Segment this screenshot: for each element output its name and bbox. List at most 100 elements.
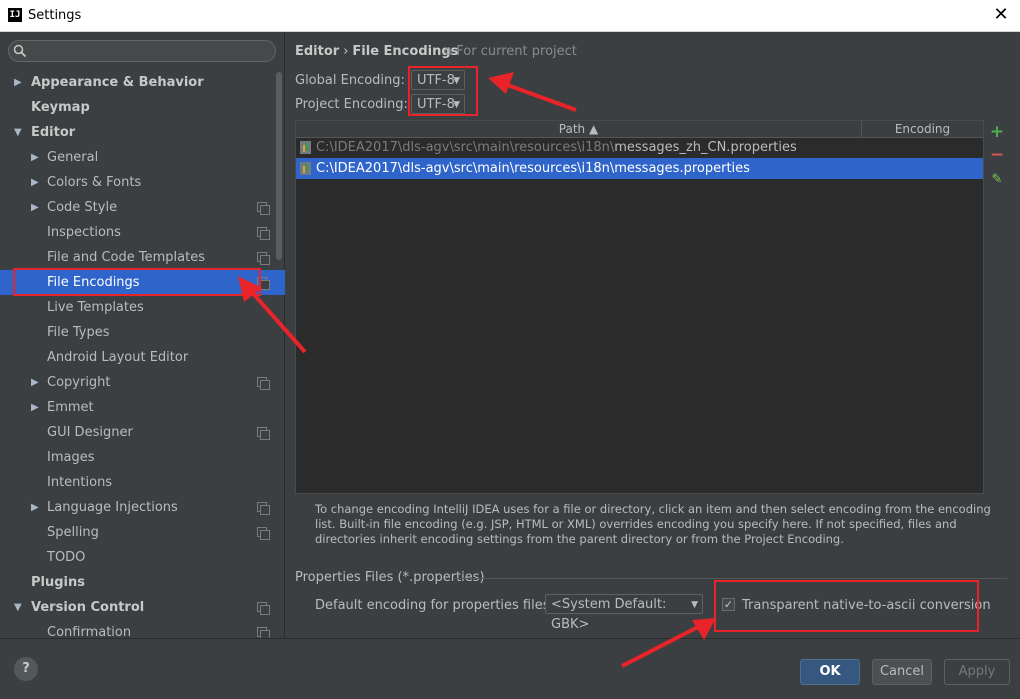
sidebar-item-label: TODO — [47, 550, 86, 565]
sidebar-item-label: Language Injections — [47, 500, 178, 515]
sidebar-item-live-templates[interactable]: Live Templates — [0, 295, 285, 320]
cancel-button[interactable]: Cancel — [872, 659, 932, 685]
project-encoding-label: Project Encoding: — [295, 97, 408, 112]
sidebar-item-label: GUI Designer — [47, 425, 133, 440]
sidebar-item-gui-designer[interactable]: GUI Designer — [0, 420, 285, 445]
default-properties-encoding-select[interactable]: <System Default: GBK> ▼ — [545, 594, 703, 632]
close-icon[interactable]: ✕ — [990, 4, 1012, 26]
annotation-box-encodings — [408, 66, 478, 116]
row-file: messages.properties — [614, 161, 750, 176]
file-encodings-panel: Editor › File Encodings ⧉ For current proj… — [285, 32, 1020, 638]
chevron-down-icon[interactable]: ▼ — [14, 595, 22, 620]
default-properties-encoding-label: Default encoding for properties files: — [315, 598, 554, 613]
sidebar-item-label: Version Control — [31, 600, 145, 615]
sidebar-item-label: File Types — [47, 325, 110, 340]
add-icon[interactable]: + — [989, 122, 1005, 142]
sidebar-item-label: Editor — [31, 125, 76, 140]
search-icon — [13, 44, 27, 58]
breadcrumb: Editor › File Encodings — [295, 44, 458, 59]
project-level-icon — [257, 202, 270, 215]
sidebar-item-file-types[interactable]: File Types — [0, 320, 285, 345]
default-properties-encoding-value: <System Default: GBK> — [551, 597, 667, 632]
sidebar-item-label: File and Code Templates — [47, 250, 205, 265]
sidebar-item-label: Inspections — [47, 225, 121, 240]
project-level-icon — [257, 227, 270, 240]
chevron-right-icon[interactable]: ▶ — [31, 170, 39, 195]
intellij-app-icon: IJ — [8, 8, 22, 22]
chevron-down-icon[interactable]: ▼ — [14, 120, 22, 145]
project-level-icon — [257, 627, 270, 640]
row-file: messages_zh_CN.properties — [614, 140, 797, 155]
sidebar-item-todo[interactable]: TODO — [0, 545, 285, 570]
project-level-icon — [257, 602, 270, 615]
title-bar: IJ Settings ✕ — [0, 0, 1020, 32]
chevron-right-icon[interactable]: ▶ — [31, 195, 39, 220]
breadcrumb-separator: › — [343, 44, 349, 59]
properties-file-icon — [300, 141, 311, 154]
sidebar-item-label: Intentions — [47, 475, 113, 490]
chevron-down-icon: ▼ — [691, 600, 698, 610]
chevron-right-icon[interactable]: ▶ — [31, 495, 39, 520]
project-level-icon — [257, 527, 270, 540]
sidebar-item-file-and-code-templates[interactable]: File and Code Templates — [0, 245, 285, 270]
breadcrumb-current: File Encodings — [352, 44, 459, 59]
sidebar-item-label: Keymap — [31, 100, 90, 115]
sidebar-item-label: Plugins — [31, 575, 85, 590]
project-level-icon — [257, 252, 270, 265]
sidebar-item-label: Colors & Fonts — [47, 175, 142, 190]
sidebar-item-copyright[interactable]: ▶ Copyright — [0, 370, 285, 395]
encoding-table[interactable]: Path ▲ Encoding C:\IDEA2017\dls-agv\src\… — [295, 120, 984, 494]
sidebar-item-intentions[interactable]: Intentions — [0, 470, 285, 495]
dialog-footer: ? OK Cancel Apply — [0, 638, 1020, 699]
chevron-right-icon[interactable]: ▶ — [31, 370, 39, 395]
sidebar-item-code-style[interactable]: ▶ Code Style — [0, 195, 285, 220]
window-title: Settings — [28, 8, 82, 23]
chevron-right-icon[interactable]: ▶ — [31, 145, 39, 170]
sidebar-item-inspections[interactable]: Inspections — [0, 220, 285, 245]
properties-file-icon — [300, 162, 311, 175]
project-level-icon — [257, 502, 270, 515]
sidebar-item-colors-fonts[interactable]: ▶ Colors & Fonts — [0, 170, 285, 195]
sidebar-item-label: Android Layout Editor — [47, 350, 189, 365]
sidebar-item-keymap[interactable]: Keymap — [0, 95, 285, 120]
encoding-help-text: To change encoding IntelliJ IDEA uses fo… — [315, 502, 991, 546]
ok-button[interactable]: OK — [800, 659, 860, 685]
sidebar-item-android-layout-editor[interactable]: Android Layout Editor — [0, 345, 285, 370]
project-icon: ⧉ — [445, 47, 453, 58]
sidebar-item-appearance-behavior[interactable]: ▶ Appearance & Behavior — [0, 70, 285, 95]
breadcrumb-parent: Editor — [295, 44, 340, 59]
sidebar-item-plugins[interactable]: Plugins — [0, 570, 285, 595]
sidebar-item-spelling[interactable]: Spelling — [0, 520, 285, 545]
section-divider — [453, 578, 1007, 579]
table-row[interactable]: C:\IDEA2017\dls-agv\src\main\resources\i… — [296, 137, 983, 158]
sidebar-item-images[interactable]: Images — [0, 445, 285, 470]
search-input[interactable] — [8, 40, 276, 62]
sidebar-item-general[interactable]: ▶ General — [0, 145, 285, 170]
sidebar-item-language-injections[interactable]: ▶ Language Injections — [0, 495, 285, 520]
sidebar-item-label: Copyright — [47, 375, 111, 390]
sidebar-item-version-control[interactable]: ▼ Version Control — [0, 595, 285, 620]
chevron-right-icon[interactable]: ▶ — [31, 395, 39, 420]
global-encoding-label: Global Encoding: — [295, 73, 405, 88]
sidebar-item-label: Live Templates — [47, 300, 144, 315]
sidebar-scrollbar[interactable] — [276, 72, 282, 260]
remove-icon[interactable]: − — [989, 145, 1005, 165]
edit-icon[interactable]: ✎ — [989, 172, 1005, 187]
row-dir: C:\IDEA2017\dls-agv\src\main\resources\i… — [316, 161, 615, 176]
sidebar-item-emmet[interactable]: ▶ Emmet — [0, 395, 285, 420]
chevron-right-icon[interactable]: ▶ — [14, 70, 22, 95]
column-encoding[interactable]: Encoding — [862, 121, 983, 137]
sidebar-item-label: Images — [47, 450, 95, 465]
annotation-box-native-to-ascii — [714, 580, 979, 632]
row-dir: C:\IDEA2017\dls-agv\src\main\resources\i… — [316, 140, 615, 155]
annotation-box-file-encodings — [13, 268, 261, 296]
row-path: C:\IDEA2017\dls-agv\src\main\resources\i… — [316, 158, 750, 179]
apply-button: Apply — [944, 659, 1010, 685]
settings-sidebar: ▶ Appearance & Behavior Keymap ▼ Editor ▶ Gene… — [0, 32, 285, 640]
table-header: Path ▲ Encoding — [296, 121, 983, 138]
help-icon[interactable]: ? — [14, 657, 38, 681]
column-path[interactable]: Path ▲ — [296, 121, 862, 137]
sidebar-item-editor[interactable]: ▼ Editor — [0, 120, 285, 145]
table-row[interactable]: C:\IDEA2017\dls-agv\src\main\resources\i… — [296, 158, 983, 179]
sidebar-item-label: Appearance & Behavior — [31, 75, 204, 90]
